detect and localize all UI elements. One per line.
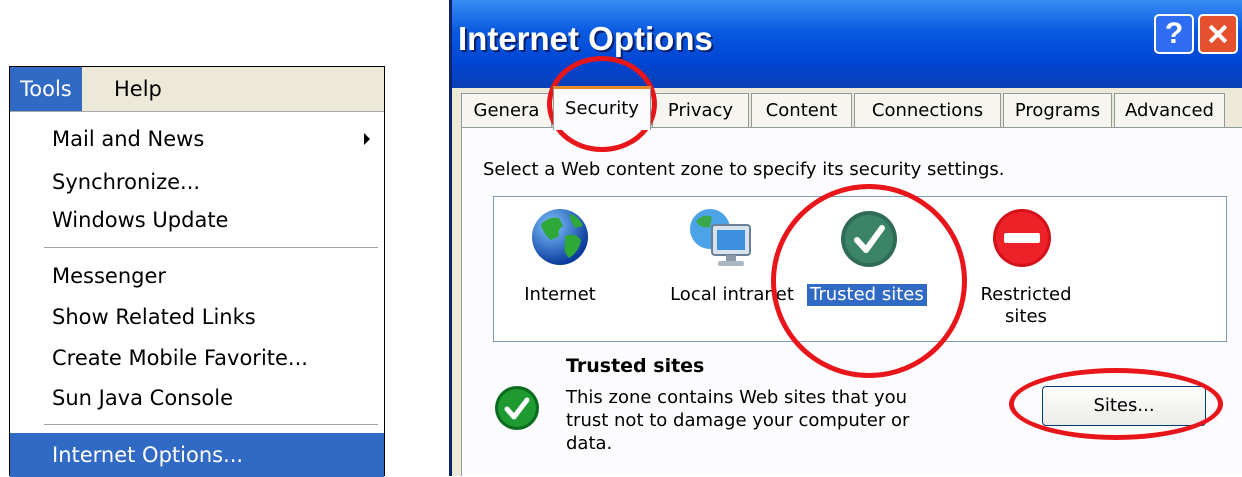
- menu-item-show-related-links[interactable]: Show Related Links: [10, 299, 384, 335]
- menu-separator: [44, 424, 378, 426]
- zone-instruction: Select a Web content zone to specify its…: [483, 159, 1005, 180]
- globe-icon: [532, 209, 588, 265]
- trusted-check-icon: [841, 211, 897, 267]
- tab-content[interactable]: Content: [751, 93, 852, 127]
- tab-general[interactable]: Genera: [461, 93, 552, 127]
- zone-label: Local intranet: [670, 284, 794, 305]
- tools-menu: Tools Help Mail and News Synchronize... …: [9, 66, 385, 477]
- menu-item-label: Mail and News: [52, 127, 205, 151]
- tab-advanced[interactable]: Advanced: [1114, 93, 1225, 127]
- menu-tools[interactable]: Tools: [10, 67, 82, 111]
- menu-item-messenger[interactable]: Messenger: [10, 258, 384, 294]
- tab-security[interactable]: Security: [553, 86, 651, 130]
- trusted-check-icon: [495, 386, 539, 430]
- menu-item-synchronize[interactable]: Synchronize...: [10, 164, 384, 200]
- menu-item-create-mobile-favorite[interactable]: Create Mobile Favorite...: [10, 340, 384, 376]
- menu-item-sun-java-console[interactable]: Sun Java Console: [10, 380, 384, 416]
- zone-label: Restricted sites: [980, 284, 1072, 327]
- zone-label: Internet: [524, 284, 596, 305]
- tab-privacy[interactable]: Privacy: [652, 93, 749, 127]
- tab-programs[interactable]: Programs: [1003, 93, 1112, 127]
- menu-separator: [44, 247, 378, 249]
- title-bar: Internet Options ?: [452, 0, 1242, 88]
- intranet-icon: [690, 209, 751, 266]
- zone-list: Internet Local intranet Trusted sites Re…: [493, 196, 1227, 342]
- submenu-arrow-icon: [364, 133, 370, 145]
- menu-item-windows-update[interactable]: Windows Update: [10, 202, 384, 238]
- help-button[interactable]: ?: [1154, 14, 1194, 54]
- tab-connections[interactable]: Connections: [854, 93, 1001, 127]
- sites-button[interactable]: Sites...: [1042, 386, 1206, 426]
- close-button[interactable]: [1198, 14, 1238, 54]
- menu-item-mail-and-news[interactable]: Mail and News: [10, 121, 384, 157]
- menubar: Tools Help: [10, 67, 384, 112]
- zone-description-title: Trusted sites: [566, 355, 705, 377]
- dialog-title: Internet Options: [458, 20, 713, 57]
- menu-help[interactable]: Help: [104, 67, 172, 111]
- menu-item-internet-options[interactable]: Internet Options...: [10, 433, 384, 477]
- internet-options-dialog: Internet Options ? Genera Security Priva…: [449, 0, 1242, 476]
- zone-label: Trusted sites: [807, 284, 927, 306]
- zone-description: This zone contains Web sites that you tr…: [566, 387, 910, 454]
- security-panel: Select a Web content zone to specify its…: [461, 127, 1242, 476]
- restricted-icon: [993, 209, 1051, 267]
